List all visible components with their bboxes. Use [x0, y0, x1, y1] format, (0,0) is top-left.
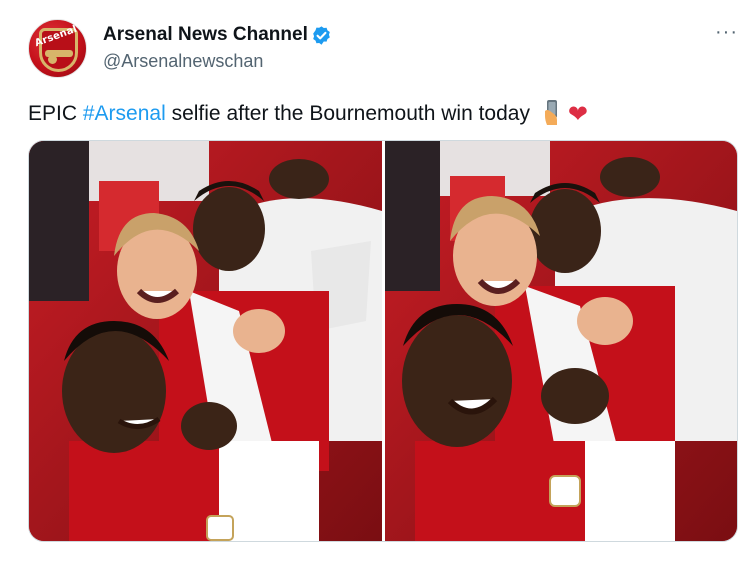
author-handle[interactable]: @Arsenalnewschan — [103, 51, 263, 72]
heart-emoji-icon: ❤ — [567, 101, 588, 128]
selfie-photo-illustration — [385, 141, 737, 541]
author-display-name[interactable]: Arsenal News Channel — [103, 24, 308, 46]
tweet-text-part: EPIC — [28, 102, 83, 125]
media-photo-2[interactable] — [385, 141, 737, 541]
selfie-photo-illustration — [29, 141, 382, 541]
media-grid — [28, 140, 738, 542]
more-options-icon[interactable]: ··· — [715, 22, 738, 42]
hashtag-link[interactable]: #Arsenal — [83, 102, 166, 125]
cannon-wheel — [48, 55, 57, 64]
selfie-emoji-icon — [544, 100, 557, 125]
avatar[interactable]: Arsenal — [28, 19, 87, 78]
tweet[interactable]: Arsenal Arsenal News Channel @Arsenalnew… — [0, 0, 750, 561]
tweet-text: EPIC #Arsenal selfie after the Bournemou… — [28, 99, 588, 129]
media-photo-1[interactable] — [29, 141, 382, 541]
verified-badge-icon[interactable] — [311, 25, 332, 46]
tweet-text-part: selfie after the Bournemouth win today — [165, 102, 530, 125]
